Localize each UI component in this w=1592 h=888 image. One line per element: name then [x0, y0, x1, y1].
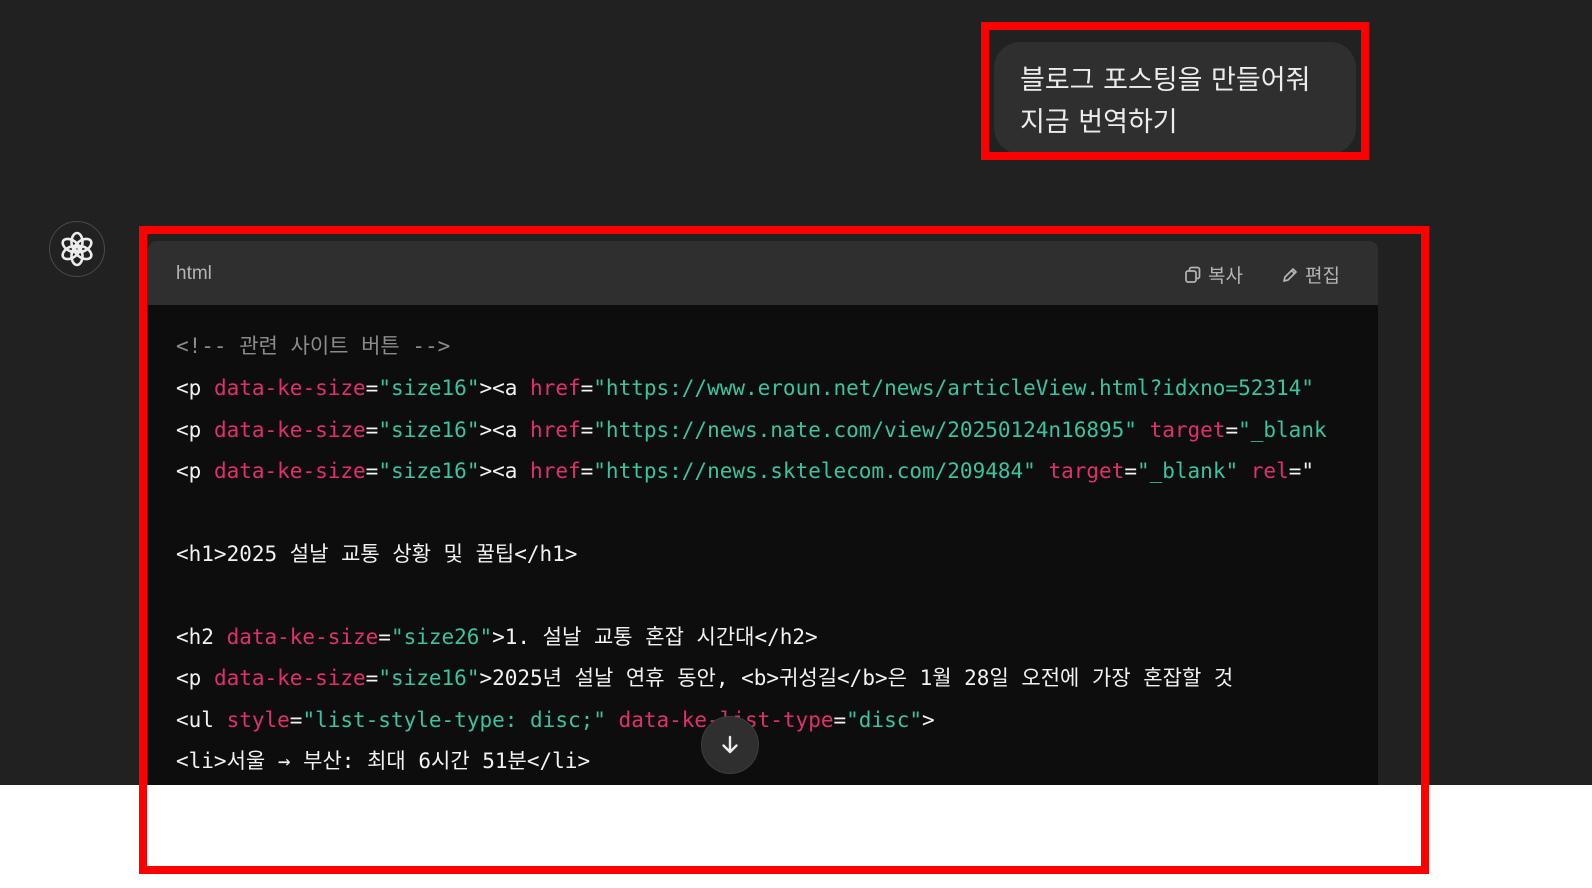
copy-button[interactable]: 복사	[1184, 261, 1243, 288]
code-line: <!-- 관련 사이트 버튼 -->	[176, 331, 450, 361]
code-token: >2025년 설날 연휴 동안, <b>귀성길</b>은 1월 28일 오전에 …	[479, 666, 1234, 690]
code-token: data-ke-size	[226, 625, 379, 649]
code-token: "size26"	[390, 625, 493, 649]
code-line: <li>서울 → 부산: 최대 6시간 51분</li>	[176, 746, 590, 776]
code-token: rel	[1250, 459, 1289, 483]
code-token: ="	[1288, 459, 1315, 483]
copy-icon	[1185, 266, 1201, 283]
code-token: =	[833, 708, 847, 732]
code-token: >1. 설날 교통 혼잡 시간대</h2>	[492, 625, 818, 649]
code-token: target	[1149, 418, 1226, 442]
chat-view: 블로그 포스팅을 만들어줘 지금 번역하기 html 복사 편집 <!-- 관련…	[0, 0, 1592, 785]
edit-button-label: 편집	[1305, 265, 1340, 287]
code-token: =	[580, 418, 594, 442]
code-token: "list-style-type: disc;"	[302, 708, 606, 732]
openai-logo-icon	[61, 231, 93, 267]
code-token: =	[1124, 459, 1137, 483]
edit-button[interactable]: 편집	[1281, 261, 1340, 288]
code-token: ><a	[479, 376, 531, 400]
code-token: data-ke-size	[213, 418, 366, 442]
code-token: =	[365, 666, 379, 690]
user-message-text: 블로그 포스팅을 만들어줘 지금 번역하기	[1020, 60, 1360, 144]
user-message-line: 지금 번역하기	[1020, 107, 1178, 138]
code-token: =	[365, 418, 379, 442]
code-token: data-ke-size	[213, 459, 366, 483]
user-message-line: 블로그 포스팅을 만들어줘	[1020, 65, 1311, 96]
copy-button-label: 복사	[1208, 265, 1243, 287]
assistant-avatar	[49, 221, 105, 277]
code-token: data-ke-size	[213, 376, 366, 400]
code-token: "size16"	[378, 376, 480, 400]
scroll-to-bottom-button[interactable]	[701, 716, 759, 774]
code-token: "size16"	[378, 666, 480, 690]
code-line: <p data-ke-size="size16"><a href="https:…	[176, 415, 1327, 445]
code-token: <!-- 관련 사이트 버튼 -->	[176, 334, 451, 358]
code-token: ><a	[479, 459, 531, 483]
code-token: >	[922, 708, 935, 732]
code-line: <p data-ke-size="size16"><a href="https:…	[176, 456, 1314, 486]
code-token: href	[530, 459, 581, 483]
code-token: =	[580, 376, 594, 400]
code-token: style	[226, 708, 290, 732]
code-token: =	[365, 459, 379, 483]
code-token: data-ke-size	[213, 666, 366, 690]
code-block-header: html 복사 편집	[148, 241, 1378, 305]
code-block: html 복사 편집 <!-- 관련 사이트 버튼 --> <p data-ke-…	[148, 241, 1378, 785]
code-token: <p	[176, 459, 214, 483]
code-token: "size16"	[378, 418, 480, 442]
code-token: <p	[176, 376, 214, 400]
code-token: "https://news.sktelecom.com/209484"	[593, 459, 1036, 483]
code-line: <p data-ke-size="size16">2025년 설날 연휴 동안,…	[176, 663, 1233, 693]
code-token: =	[289, 708, 303, 732]
code-token: target	[1048, 459, 1125, 483]
code-token: <li>서울 → 부산: 최대 6시간 51분</li>	[176, 749, 591, 773]
code-token: "disc"	[846, 708, 922, 732]
code-token: <h1>2025 설날 교통 상황 및 꿀팁</h1>	[176, 542, 578, 566]
code-token: "size16"	[378, 459, 480, 483]
code-line: <h1>2025 설날 교통 상황 및 꿀팁</h1>	[176, 539, 577, 569]
code-token: <p	[176, 418, 214, 442]
code-token: <p	[176, 666, 214, 690]
code-token: <ul	[176, 708, 227, 732]
code-token: "https://news.nate.com/view/20250124n168…	[593, 418, 1137, 442]
code-token: href	[530, 376, 581, 400]
arrow-down-icon	[722, 735, 738, 754]
code-token: ><a	[479, 418, 531, 442]
code-language-label: html	[176, 263, 212, 284]
code-token: <h2	[176, 625, 227, 649]
code-line: <ul style="list-style-type: disc;" data-…	[176, 705, 935, 735]
code-token: =	[365, 376, 379, 400]
code-token: "_blank"	[1136, 459, 1239, 483]
code-line: <p data-ke-size="size16"><a href="https:…	[176, 373, 1314, 403]
code-token: =	[580, 459, 594, 483]
code-line: <h2 data-ke-size="size26">1. 설날 교통 혼잡 시간…	[176, 622, 818, 652]
code-token: =	[1225, 418, 1239, 442]
code-token: href	[530, 418, 581, 442]
pencil-icon	[1283, 267, 1297, 282]
code-token: =	[378, 625, 391, 649]
code-token: "_blank	[1238, 418, 1327, 442]
code-token: "https://www.eroun.net/news/articleView.…	[593, 376, 1314, 400]
